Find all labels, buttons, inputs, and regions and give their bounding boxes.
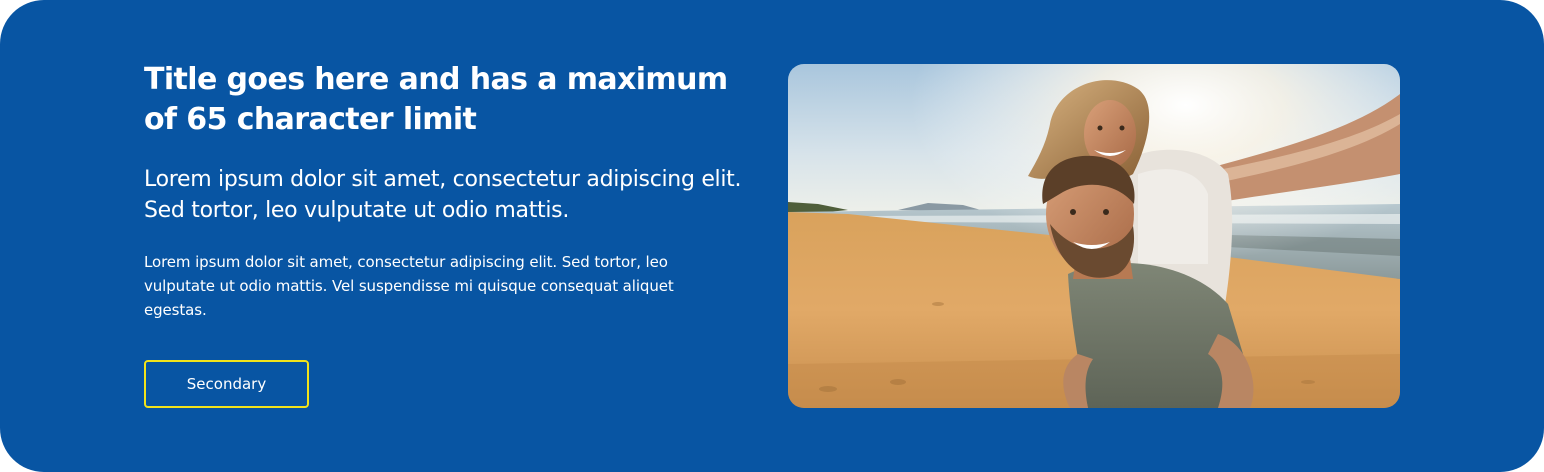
beach-couple-photo [788,64,1400,408]
banner-content: Title goes here and has a maximum of 65 … [144,60,744,322]
secondary-button[interactable]: Secondary [144,360,309,408]
banner-body: Lorem ipsum dolor sit amet, consectetur … [144,253,674,319]
promo-banner: Title goes here and has a maximum of 65 … [0,0,1544,472]
banner-lead: Lorem ipsum dolor sit amet, consectetur … [144,167,742,223]
banner-title: Title goes here and has a maximum of 65 … [144,62,728,137]
